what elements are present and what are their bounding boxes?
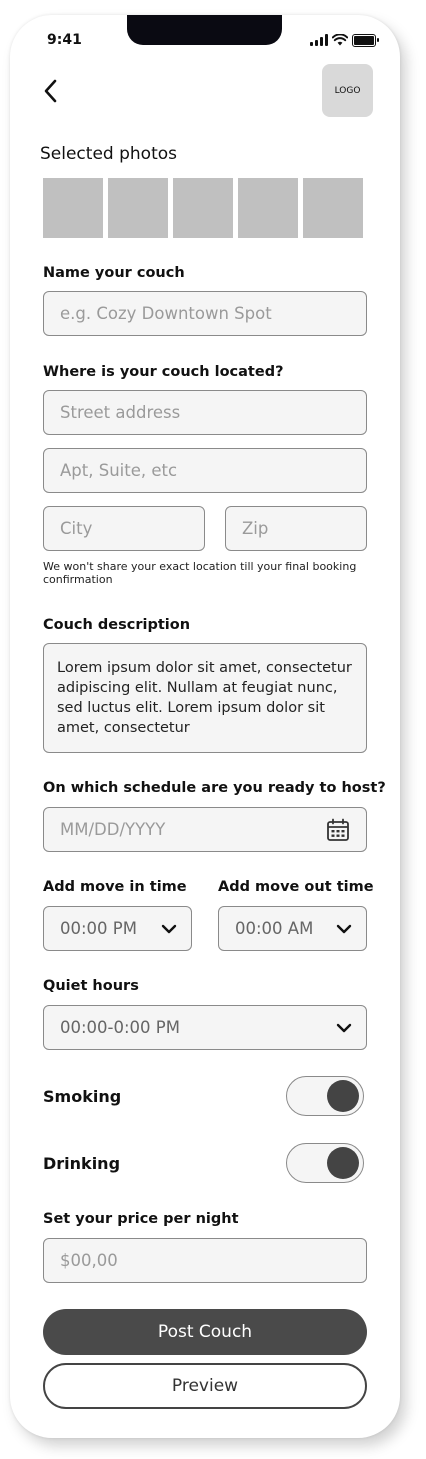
wifi-icon [332,34,348,46]
selected-photos-row [43,178,363,238]
status-icons [310,33,379,47]
city-input[interactable]: City [43,506,205,551]
battery-icon [352,33,379,47]
quiet-hours-value: 00:00-0:00 PM [60,1018,180,1037]
toggle-knob [327,1080,359,1112]
couch-description-textarea[interactable]: Lorem ipsum dolor sit amet, consectetur … [43,643,367,753]
price-label: Set your price per night [43,1211,239,1227]
quiet-hours-select[interactable]: 00:00-0:00 PM [43,1005,367,1050]
move-out-time-value: 00:00 AM [235,919,314,938]
calendar-icon[interactable] [326,818,350,842]
move-in-time-value: 00:00 PM [60,919,137,938]
notch [127,15,282,45]
move-in-label: Add move in time [43,879,187,895]
move-out-label: Add move out time [218,879,374,895]
zip-input[interactable]: Zip [225,506,367,551]
name-label: Name your couch [43,265,185,281]
chevron-down-icon [336,1023,352,1033]
status-time: 9:41 [47,32,82,48]
photo-thumbnail[interactable] [173,178,233,238]
move-out-time-select[interactable]: 00:00 AM [218,906,367,951]
preview-button[interactable]: Preview [43,1363,367,1409]
location-label: Where is your couch located? [43,364,284,380]
couch-name-input[interactable]: e.g. Cozy Downtown Spot [43,291,367,336]
price-per-night-input[interactable]: $00,00 [43,1238,367,1283]
location-privacy-note: We won't share your exact location till … [43,560,357,586]
phone-frame: 9:41 LOGO Selected photos Name your couc… [10,15,400,1438]
photo-thumbnail[interactable] [43,178,103,238]
signal-icon [310,34,328,46]
post-couch-button[interactable]: Post Couch [43,1309,367,1355]
drinking-label: Drinking [43,1154,121,1173]
photo-thumbnail[interactable] [303,178,363,238]
logo: LOGO [322,64,373,117]
photo-thumbnail[interactable] [108,178,168,238]
move-in-time-select[interactable]: 00:00 PM [43,906,192,951]
quiet-hours-label: Quiet hours [43,978,139,994]
smoking-toggle[interactable] [286,1076,364,1116]
apt-suite-input[interactable]: Apt, Suite, etc [43,448,367,493]
selected-photos-title: Selected photos [40,144,177,164]
photo-thumbnail[interactable] [238,178,298,238]
chevron-down-icon [336,924,352,934]
schedule-label: On which schedule are you ready to host? [43,780,386,796]
street-address-input[interactable]: Street address [43,390,367,435]
smoking-label: Smoking [43,1087,122,1106]
description-label: Couch description [43,617,191,633]
drinking-toggle[interactable] [286,1143,364,1183]
schedule-date-input[interactable]: MM/DD/YYYY [43,807,367,852]
schedule-date-placeholder: MM/DD/YYYY [60,820,166,839]
toggle-knob [327,1147,359,1179]
chevron-down-icon [161,924,177,934]
back-arrow-icon[interactable] [38,77,66,105]
